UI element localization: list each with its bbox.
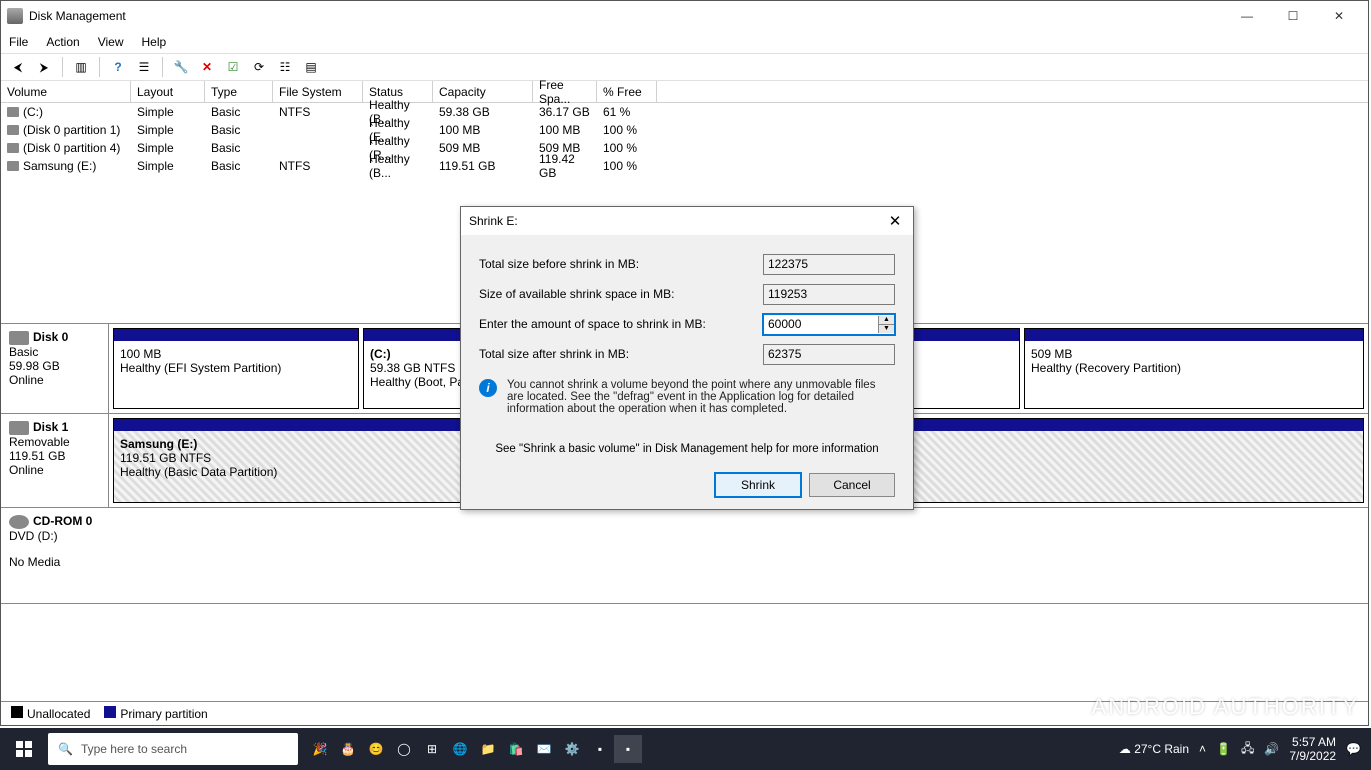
tb-taskview-icon[interactable]: ⊞ <box>418 735 446 763</box>
dialog-title: Shrink E: <box>469 214 518 228</box>
shrink-dialog: Shrink E: ✕ Total size before shrink in … <box>460 206 914 510</box>
col-type[interactable]: Type <box>205 81 273 102</box>
disk-icon <box>9 421 29 435</box>
tb-settings-icon[interactable]: ⚙️ <box>558 735 586 763</box>
search-placeholder: Type here to search <box>81 742 187 756</box>
shrink-amount-input[interactable]: 60000 ▲▼ <box>763 314 895 335</box>
col-capacity[interactable]: Capacity <box>433 81 533 102</box>
windows-logo-icon <box>16 741 32 757</box>
col-layout[interactable]: Layout <box>131 81 205 102</box>
disk1-label[interactable]: Disk 1 Removable 119.51 GB Online <box>1 414 109 507</box>
minimize-button[interactable]: — <box>1224 1 1270 31</box>
tray-network-icon[interactable]: 🖧 <box>1241 739 1254 760</box>
disk0-part3[interactable]: 509 MB Healthy (Recovery Partition) <box>1024 328 1364 409</box>
volume-row[interactable]: (C:)SimpleBasicNTFSHealthy (B...59.38 GB… <box>1 103 1368 121</box>
amount-spinner[interactable]: ▲▼ <box>878 316 894 333</box>
legend-primary-swatch <box>104 706 116 718</box>
tray-notifications-icon[interactable]: 💬 <box>1346 742 1361 756</box>
forward-icon[interactable]: ⮞ <box>33 56 55 78</box>
tb-emoji-3[interactable]: 😊 <box>362 735 390 763</box>
panel-icon[interactable]: ▥ <box>70 56 92 78</box>
shrink-amount-label: Enter the amount of space to shrink in M… <box>479 317 763 331</box>
tray-volume-icon[interactable]: 🔊 <box>1264 742 1279 756</box>
disk-icon <box>9 331 29 345</box>
disk0-label[interactable]: Disk 0 Basic 59.98 GB Online <box>1 324 109 413</box>
menu-action[interactable]: Action <box>46 35 79 49</box>
back-icon[interactable]: ⮜ <box>7 56 29 78</box>
col-filesystem[interactable]: File System <box>273 81 363 102</box>
menu-file[interactable]: File <box>9 35 28 49</box>
available-space-label: Size of available shrink space in MB: <box>479 287 763 301</box>
tb-explorer-icon[interactable]: 📁 <box>474 735 502 763</box>
titlebar[interactable]: Disk Management — ☐ ✕ <box>1 1 1368 31</box>
menu-view[interactable]: View <box>98 35 124 49</box>
taskbar: 🔍 Type here to search 🎉 🎂 😊 ◯ ⊞ 🌐 📁 🛍️ ✉… <box>0 728 1371 770</box>
tb-cortana-icon[interactable]: ◯ <box>390 735 418 763</box>
watermark: ANDROID AUTHORITY <box>1092 694 1359 720</box>
weather-widget[interactable]: ☁ 27°C Rain <box>1119 742 1189 756</box>
tb-mail-icon[interactable]: ✉️ <box>530 735 558 763</box>
search-icon: 🔍 <box>58 742 73 756</box>
tb-edge-icon[interactable]: 🌐 <box>446 735 474 763</box>
total-after-label: Total size after shrink in MB: <box>479 347 763 361</box>
cancel-button[interactable]: Cancel <box>809 473 895 497</box>
tb-app1-icon[interactable]: ▪ <box>586 735 614 763</box>
disk-row-cdrom: CD-ROM 0 DVD (D:) No Media <box>1 508 1368 604</box>
tb-emoji-1[interactable]: 🎉 <box>306 735 334 763</box>
search-box[interactable]: 🔍 Type here to search <box>48 733 298 765</box>
help-text: See "Shrink a basic volume" in Disk Mana… <box>479 443 895 455</box>
properties-icon[interactable]: ☷ <box>274 56 296 78</box>
toolbar: ⮜ ⮞ ▥ ? ☰ 🔧 ✕ ☑ ⟳ ☷ ▤ <box>1 53 1368 81</box>
help-icon[interactable]: ? <box>107 56 129 78</box>
info-text: You cannot shrink a volume beyond the po… <box>507 379 895 415</box>
cdrom-label[interactable]: CD-ROM 0 DVD (D:) No Media <box>1 508 109 603</box>
tray-chevron-icon[interactable]: ˄ <box>1199 742 1206 756</box>
close-button[interactable]: ✕ <box>1316 1 1362 31</box>
disk0-part1[interactable]: 100 MB Healthy (EFI System Partition) <box>113 328 359 409</box>
tray-clock[interactable]: 5:57 AM 7/9/2022 <box>1289 735 1336 763</box>
col-pctfree[interactable]: % Free <box>597 81 657 102</box>
tb-emoji-2[interactable]: 🎂 <box>334 735 362 763</box>
dialog-close-button[interactable]: ✕ <box>885 212 905 230</box>
action-icon[interactable]: 🔧 <box>170 56 192 78</box>
start-button[interactable] <box>0 728 48 770</box>
volume-row[interactable]: (Disk 0 partition 1)SimpleBasicHealthy (… <box>1 121 1368 139</box>
total-before-label: Total size before shrink in MB: <box>479 257 763 271</box>
window-title: Disk Management <box>29 9 1224 23</box>
menubar: File Action View Help <box>1 31 1368 53</box>
volume-row[interactable]: (Disk 0 partition 4)SimpleBasicHealthy (… <box>1 139 1368 157</box>
tray-battery-icon[interactable]: 🔋 <box>1216 742 1231 756</box>
total-before-field: 122375 <box>763 254 895 275</box>
menu-help[interactable]: Help <box>142 35 167 49</box>
col-free[interactable]: Free Spa... <box>533 81 597 102</box>
col-volume[interactable]: Volume <box>1 81 131 102</box>
delete-icon[interactable]: ✕ <box>196 56 218 78</box>
available-space-field: 119253 <box>763 284 895 305</box>
refresh-icon[interactable]: ⟳ <box>248 56 270 78</box>
settings-icon[interactable]: ▤ <box>300 56 322 78</box>
tb-diskmgmt-icon[interactable]: ▪ <box>614 735 642 763</box>
legend-unallocated-swatch <box>11 706 23 718</box>
info-icon: i <box>479 379 497 397</box>
total-after-field: 62375 <box>763 344 895 365</box>
tb-store-icon[interactable]: 🛍️ <box>502 735 530 763</box>
shrink-button[interactable]: Shrink <box>715 473 801 497</box>
app-icon <box>7 8 23 24</box>
volume-row[interactable]: Samsung (E:)SimpleBasicNTFSHealthy (B...… <box>1 157 1368 175</box>
check-icon[interactable]: ☑ <box>222 56 244 78</box>
maximize-button[interactable]: ☐ <box>1270 1 1316 31</box>
list-icon[interactable]: ☰ <box>133 56 155 78</box>
cd-icon <box>9 515 29 529</box>
